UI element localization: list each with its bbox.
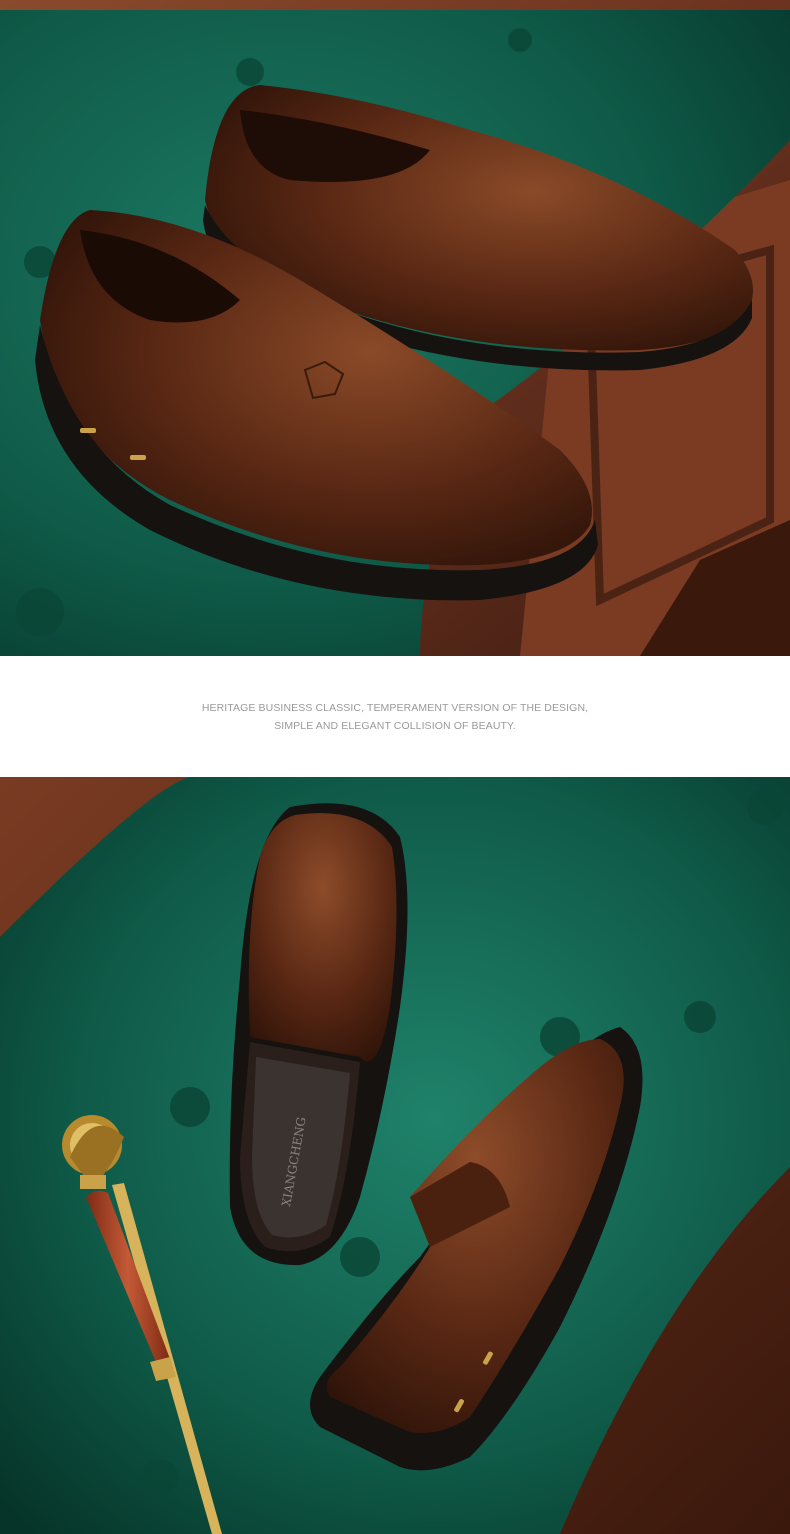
caption-block: HERITAGE BUSINESS CLASSIC, TEMPERAMENT V… bbox=[0, 656, 790, 777]
product-photo-top bbox=[0, 0, 790, 656]
caption-line-1: HERITAGE BUSINESS CLASSIC, TEMPERAMENT V… bbox=[201, 701, 589, 714]
product-photo-bottom: XIANGCHENG bbox=[0, 777, 790, 1534]
loafers-on-bench-image bbox=[0, 0, 790, 656]
caption-line-2: SIMPLE AND ELEGANT COLLISION OF BEAUTY. bbox=[274, 719, 516, 732]
loafers-and-cane-image: XIANGCHENG bbox=[0, 777, 790, 1534]
